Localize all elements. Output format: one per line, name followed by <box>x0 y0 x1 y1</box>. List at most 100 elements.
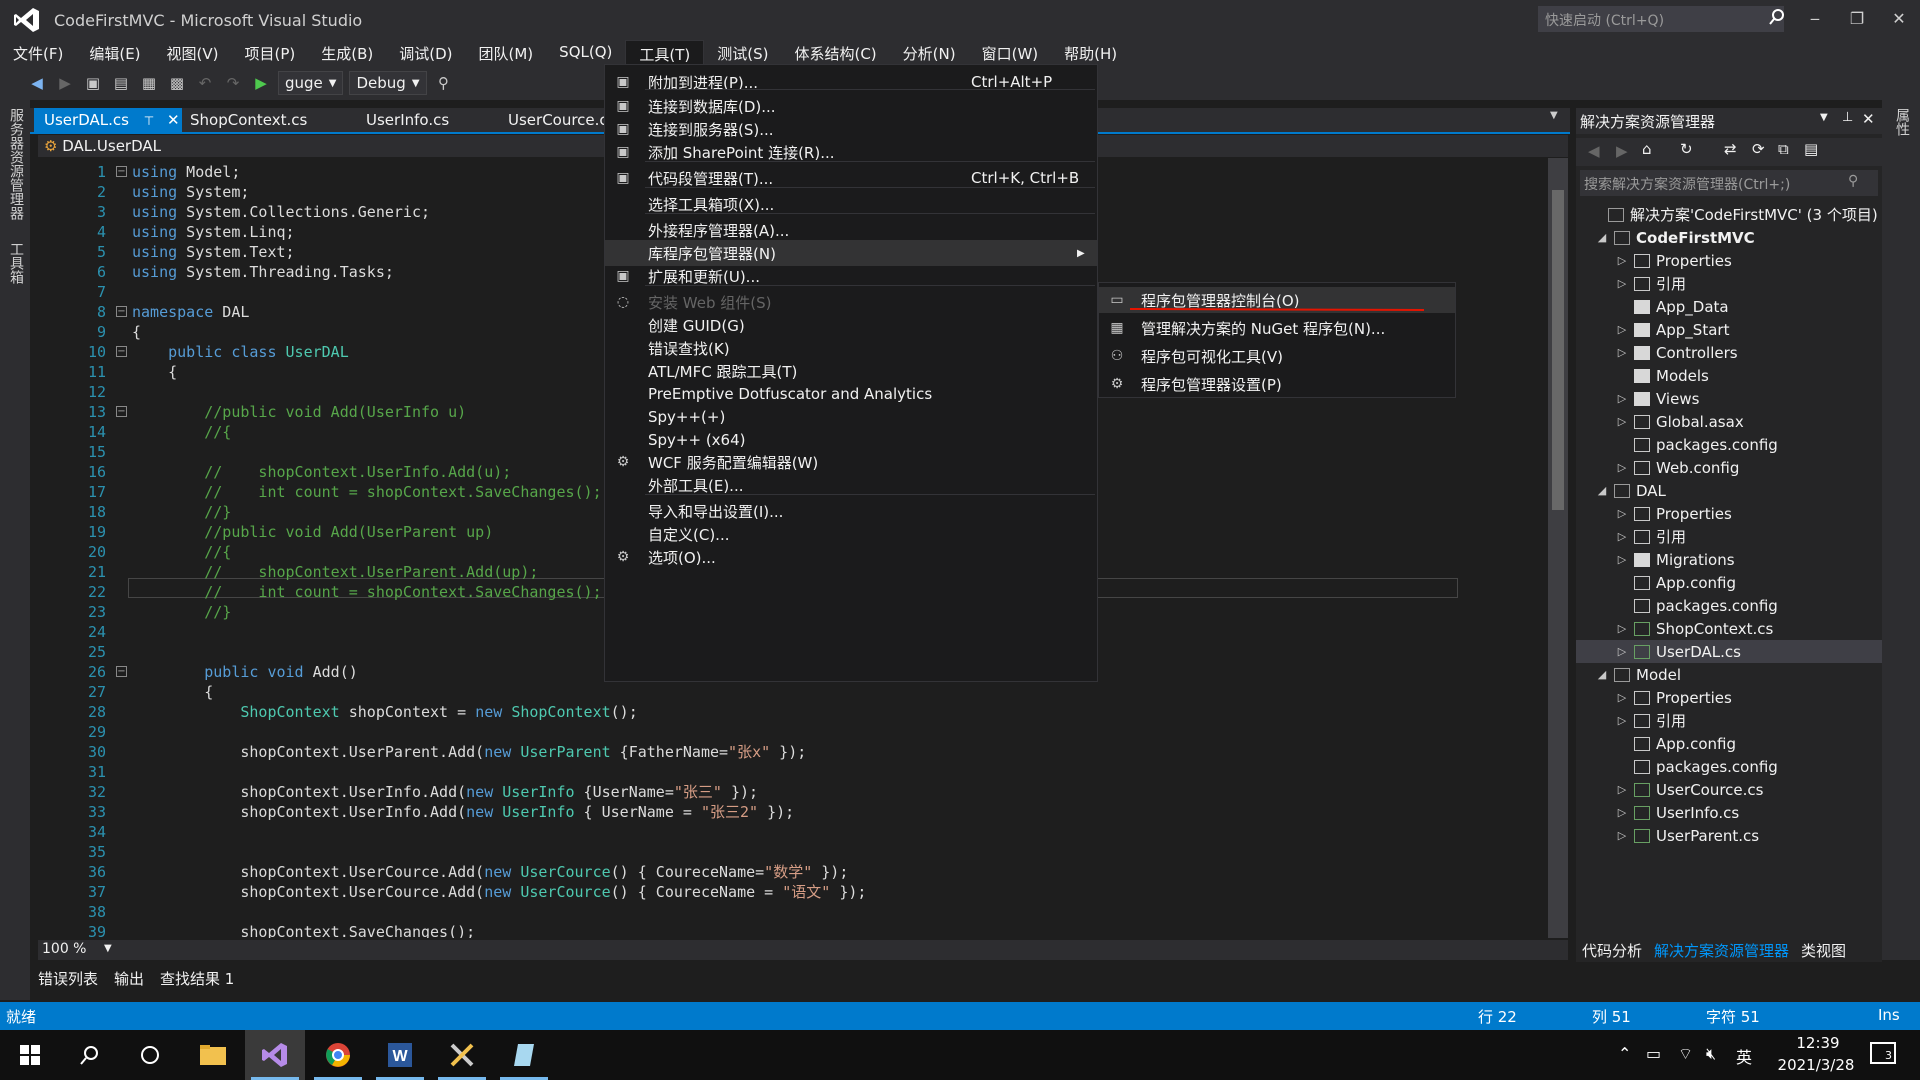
home-icon[interactable]: ⌂ <box>1642 140 1652 158</box>
expand-arrow-icon[interactable]: ▷ <box>1616 783 1628 796</box>
file-explorer-icon[interactable] <box>183 1030 243 1080</box>
tab-shopcontext[interactable]: ShopContext.cs <box>180 108 317 132</box>
windows-start-icon[interactable] <box>0 1030 60 1080</box>
save-all-icon[interactable]: ▩ <box>166 72 188 94</box>
word-icon[interactable]: W <box>370 1030 430 1080</box>
tree-node[interactable]: App.config <box>1576 732 1736 755</box>
tree-node[interactable]: ▷ UserParent.cs <box>1576 824 1759 847</box>
search-icon[interactable] <box>60 1030 120 1080</box>
code-line[interactable]: //public void Add(UserInfo u) <box>132 402 466 422</box>
menu-item[interactable]: 测试(S) <box>704 40 781 66</box>
back-icon[interactable]: ◀ <box>1588 142 1600 160</box>
tools-menu-item[interactable]: ⚙ 选项(O)... <box>605 544 1097 570</box>
tree-node[interactable]: ▷ UserInfo.cs <box>1576 801 1739 824</box>
code-line[interactable]: using System.Threading.Tasks; <box>132 262 394 282</box>
search-icon[interactable]: ⚲ <box>1848 173 1858 189</box>
search-icon[interactable] <box>1768 8 1788 28</box>
tree-node[interactable]: ▷ UserDAL.cs <box>1576 640 1882 663</box>
start-target-select[interactable]: guge ▼ <box>278 71 344 95</box>
zoom-level[interactable]: 100 % <box>42 941 86 957</box>
redo-icon[interactable]: ↷ <box>222 72 244 94</box>
tab-userdal[interactable]: UserDAL.cs ⊤ ✕ <box>34 108 182 132</box>
expand-arrow-icon[interactable]: ▷ <box>1616 714 1628 727</box>
code-line[interactable]: // int count = shopContext.SaveChanges()… <box>132 482 601 502</box>
tree-node[interactable]: ◢ DAL <box>1576 479 1666 502</box>
tree-node[interactable]: ▷ ShopContext.cs <box>1576 617 1774 640</box>
code-line[interactable]: namespace DAL <box>132 302 249 322</box>
tab-code-analysis[interactable]: 代码分析 <box>1582 940 1642 964</box>
tab-solution-explorer[interactable]: 解决方案资源管理器 <box>1654 940 1789 964</box>
battery-icon[interactable]: ▭ <box>1646 1044 1661 1063</box>
submenu-item[interactable]: ▦ 管理解决方案的 NuGet 程序包(N)... <box>1099 315 1455 341</box>
menu-item[interactable]: 视图(V) <box>154 40 232 66</box>
tree-node[interactable]: ▷ Migrations <box>1576 548 1735 571</box>
new-project-icon[interactable]: ▣ <box>82 72 104 94</box>
history-icon[interactable]: ↻ <box>1680 140 1693 158</box>
server-explorer-tab[interactable]: 服务器资源管理器 <box>6 108 26 220</box>
fold-toggle-icon[interactable]: − <box>116 306 127 317</box>
code-line[interactable]: //{ <box>132 542 231 562</box>
tree-node[interactable]: ▷ Web.config <box>1576 456 1740 479</box>
cortana-icon[interactable] <box>120 1030 180 1080</box>
visual-studio-taskbar-icon[interactable] <box>245 1030 305 1080</box>
code-line[interactable]: //{ <box>132 422 231 442</box>
expand-arrow-icon[interactable]: ▷ <box>1616 553 1628 566</box>
menu-item[interactable]: 体系结构(C) <box>781 40 889 66</box>
code-line[interactable]: ShopContext shopContext = new ShopContex… <box>132 702 637 722</box>
tree-node[interactable]: 解决方案'CodeFirstMVC' (3 个项目) <box>1582 203 1878 226</box>
expand-arrow-icon[interactable]: ▷ <box>1616 806 1628 819</box>
tab-overflow-icon[interactable]: ▼ <box>1550 110 1558 121</box>
chrome-icon[interactable] <box>308 1030 368 1080</box>
tree-node[interactable]: ▷ UserCource.cs <box>1576 778 1764 801</box>
tree-node[interactable]: packages.config <box>1576 594 1778 617</box>
expand-arrow-icon[interactable]: ◢ <box>1596 668 1608 681</box>
scrollbar-thumb[interactable] <box>1552 190 1564 510</box>
code-line[interactable]: using System.Linq; <box>132 222 295 242</box>
pin-icon[interactable]: ⊥ <box>1842 110 1853 125</box>
code-line[interactable]: //} <box>132 502 231 522</box>
expand-arrow-icon[interactable]: ▷ <box>1616 346 1628 359</box>
save-icon[interactable]: ▦ <box>138 72 160 94</box>
menu-item[interactable]: 分析(N) <box>890 40 969 66</box>
back-icon[interactable]: ◀ <box>26 72 48 94</box>
menu-item[interactable]: 团队(M) <box>466 40 547 66</box>
tree-node[interactable]: ▷ App_Start <box>1576 318 1730 341</box>
tree-node[interactable]: ▷ Properties <box>1576 249 1732 272</box>
tree-node[interactable]: ▷ Views <box>1576 387 1700 410</box>
expand-arrow-icon[interactable]: ▷ <box>1616 392 1628 405</box>
tree-node[interactable]: packages.config <box>1576 755 1778 778</box>
start-debug-icon[interactable]: ▶ <box>250 72 272 94</box>
code-line[interactable]: // int count = shopContext.SaveChanges()… <box>132 582 601 602</box>
code-line[interactable]: using Model; <box>132 162 240 182</box>
tree-node[interactable]: Models <box>1576 364 1709 387</box>
code-line[interactable]: public void Add() <box>132 662 358 682</box>
menu-item[interactable]: 项目(P) <box>232 40 309 66</box>
code-line[interactable]: { <box>132 322 141 342</box>
properties-tab[interactable]: 属性 <box>1892 108 1912 136</box>
expand-arrow-icon[interactable]: ▷ <box>1616 461 1628 474</box>
fold-toggle-icon[interactable]: − <box>116 406 127 417</box>
sync-icon[interactable]: ⇄ <box>1724 140 1737 158</box>
code-line[interactable]: { <box>132 362 177 382</box>
close-icon[interactable]: ✕ <box>167 111 180 129</box>
code-line[interactable]: { <box>132 682 213 702</box>
code-line[interactable]: shopContext.UserInfo.Add(new UserInfo {U… <box>132 782 758 802</box>
show-files-icon[interactable]: ▤ <box>1804 140 1818 158</box>
code-line[interactable]: using System.Text; <box>132 242 295 262</box>
toolbox-tab[interactable]: 工具箱 <box>6 242 26 284</box>
forward-icon[interactable]: ▶ <box>1616 142 1628 160</box>
code-line[interactable]: public class UserDAL <box>132 342 349 362</box>
menu-item[interactable]: 编辑(E) <box>76 40 153 66</box>
chevron-down-icon[interactable]: ▼ <box>104 943 112 954</box>
expand-arrow-icon[interactable]: ▷ <box>1616 530 1628 543</box>
menu-item[interactable]: 窗口(W) <box>969 40 1052 66</box>
tree-node[interactable]: packages.config <box>1576 433 1778 456</box>
expand-arrow-icon[interactable]: ▷ <box>1616 254 1628 267</box>
submenu-item[interactable]: ⚇ 程序包可视化工具(V) <box>1099 343 1455 369</box>
code-line[interactable]: shopContext.SaveChanges(); <box>132 922 475 938</box>
tree-node[interactable]: ▷ 引用 <box>1576 272 1686 295</box>
tree-node[interactable]: ▷ 引用 <box>1576 709 1686 732</box>
expand-arrow-icon[interactable]: ▷ <box>1616 691 1628 704</box>
pin-icon[interactable]: ⊤ <box>144 114 154 128</box>
menu-item[interactable]: SQL(Q) <box>546 40 625 66</box>
